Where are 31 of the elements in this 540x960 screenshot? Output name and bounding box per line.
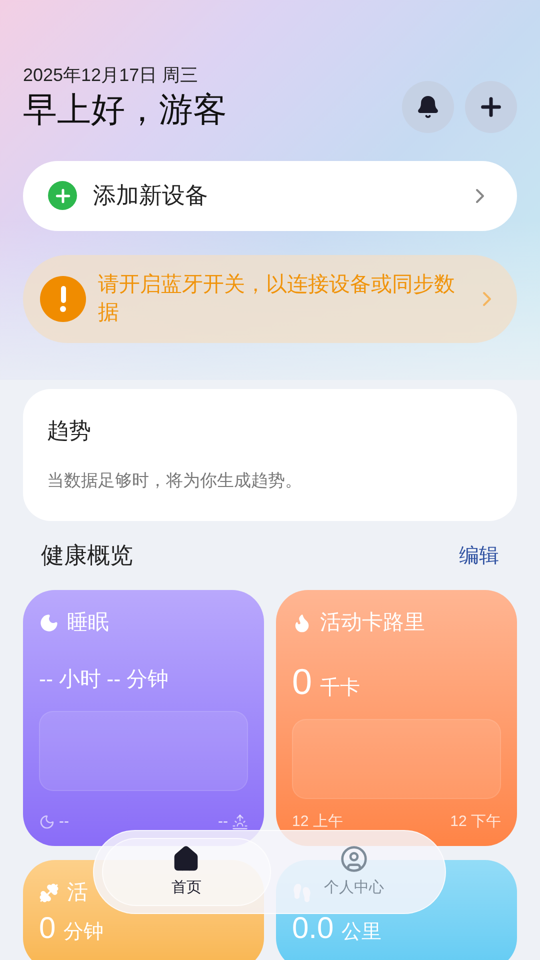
home-icon [172, 844, 200, 873]
metric-value: 0.0 [292, 914, 334, 944]
date-text: 2025年12月17日 周三 [23, 64, 200, 87]
user-icon [340, 844, 368, 873]
metric-unit: 分钟 [64, 920, 104, 944]
footer-label: 12 上午 [292, 812, 343, 832]
metric-unit: 公里 [342, 920, 382, 944]
card-title: 活动卡路里 [320, 610, 425, 636]
trend-card[interactable]: 趋势 当数据足够时，将为你生成趋势。 [23, 388, 517, 520]
metric-value: 0 [292, 664, 312, 700]
trend-title: 趋势 [47, 416, 92, 444]
footer-label: -- [218, 812, 228, 832]
card-title: 活 [67, 880, 88, 906]
metric-value: 0 [39, 914, 56, 944]
warning-icon [40, 276, 86, 322]
footer-label: 12 下午 [450, 812, 501, 832]
footer-label: -- [59, 812, 69, 832]
nav-tab[interactable]: 首页 [102, 838, 270, 906]
active-icon [39, 882, 59, 902]
metric-value: -- 小时 -- 分钟 [39, 666, 168, 692]
trend-message: 当数据足够时，将为你生成趋势。 [47, 470, 303, 492]
sleep-icon [39, 612, 59, 632]
metric-unit: 千卡 [320, 676, 360, 700]
moon-icon [39, 814, 55, 830]
section-title: 健康概览 [41, 541, 133, 570]
edit-link[interactable]: 编辑 [459, 540, 499, 570]
greeting-title: 早上好，游客 [23, 90, 227, 131]
sunrise-icon [232, 814, 248, 830]
card-title: 睡眠 [67, 610, 109, 636]
add-device-button[interactable]: 添加新设备 [23, 160, 517, 230]
bell-icon [416, 94, 440, 118]
